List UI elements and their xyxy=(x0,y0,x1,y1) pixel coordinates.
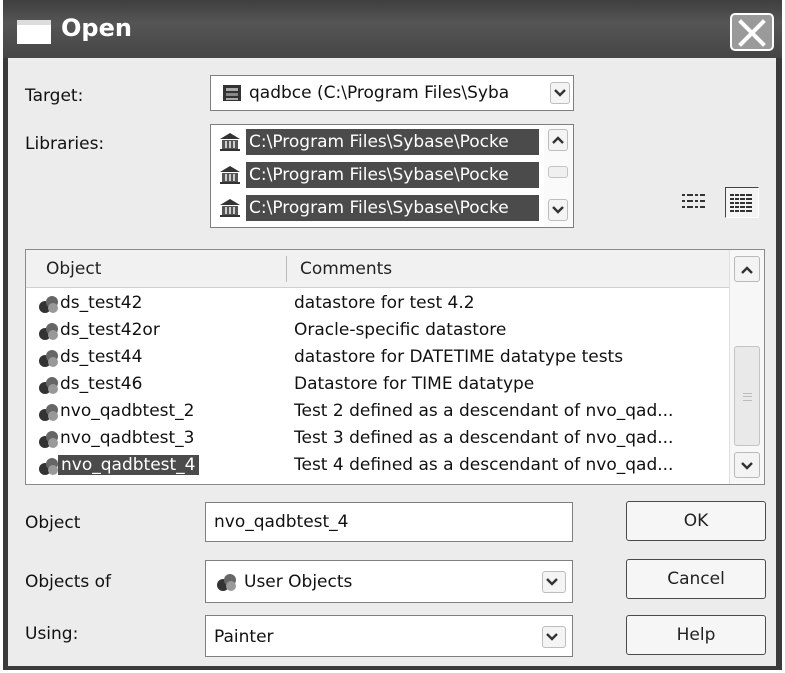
object-comment: Test 3 defined as a descendant of nvo_qa… xyxy=(294,428,674,448)
objects-of-dropdown-button[interactable] xyxy=(542,571,566,593)
window-icon xyxy=(17,20,51,44)
object-name: nvo_qadbtest_2 xyxy=(60,401,195,421)
library-icon xyxy=(220,166,240,184)
using-label: Using: xyxy=(25,624,79,644)
help-button[interactable]: Help xyxy=(626,615,766,655)
library-icon xyxy=(220,133,240,151)
user-object-icon xyxy=(39,377,58,394)
libraries-listbox[interactable]: C:\Program Files\Sybase\Pocke C:\Program… xyxy=(210,124,574,228)
libraries-scrollbar[interactable] xyxy=(544,125,573,227)
scroll-up-button[interactable] xyxy=(734,256,760,282)
list-view-icon xyxy=(682,194,705,208)
chevron-down-icon xyxy=(741,462,753,470)
column-header-comments[interactable]: Comments xyxy=(300,259,392,279)
library-path: C:\Program Files\Sybase\Pocke xyxy=(246,162,539,188)
object-input[interactable]: nvo_qadbtest_4 xyxy=(205,502,573,542)
table-row[interactable]: ds_test42or Oracle-specific datastore xyxy=(26,318,729,344)
object-name: ds_test44 xyxy=(60,347,143,367)
using-dropdown[interactable]: Painter xyxy=(205,615,573,657)
target-label: Target: xyxy=(25,86,84,106)
scroll-down-button[interactable] xyxy=(548,199,568,221)
window-title: Open xyxy=(61,14,132,42)
table-row-selected[interactable]: nvo_qadbtest_4 Test 4 defined as a desce… xyxy=(26,453,729,479)
column-divider[interactable] xyxy=(286,256,287,282)
close-icon xyxy=(738,19,766,47)
details-view-icon xyxy=(730,194,752,212)
chevron-down-icon xyxy=(546,578,558,586)
chevron-up-icon xyxy=(741,266,753,274)
user-object-icon xyxy=(39,350,58,367)
libraries-label: Libraries: xyxy=(25,134,105,154)
object-input-value: nvo_qadbtest_4 xyxy=(214,512,349,532)
user-object-icon xyxy=(39,323,58,340)
library-path: C:\Program Files\Sybase\Pocke xyxy=(246,129,539,155)
object-name: ds_test42or xyxy=(60,320,160,340)
object-comment: Test 4 defined as a descendant of nvo_qa… xyxy=(294,455,674,475)
user-object-icon xyxy=(39,404,58,421)
objects-of-label: Objects of xyxy=(25,572,112,592)
user-object-icon xyxy=(39,431,58,448)
object-comment: datastore for DATETIME datatype tests xyxy=(294,347,624,367)
scroll-down-button[interactable] xyxy=(734,452,760,478)
dialog-body: Target: qadbce (C:\Program Files\Syba Li… xyxy=(8,58,776,666)
library-item[interactable]: C:\Program Files\Sybase\Pocke xyxy=(219,161,549,189)
objects-of-value: User Objects xyxy=(244,572,353,592)
object-name: nvo_qadbtest_3 xyxy=(60,428,195,448)
object-list[interactable]: Object Comments ds_test42 datastore for … xyxy=(25,249,765,485)
cancel-button[interactable]: Cancel xyxy=(626,559,766,599)
scroll-thumb[interactable] xyxy=(734,346,760,446)
object-name: ds_test42 xyxy=(60,293,143,313)
object-comment: Test 2 defined as a descendant of nvo_qa… xyxy=(294,401,674,421)
object-label: Object xyxy=(25,513,81,533)
object-comment: Datastore for TIME datatype xyxy=(294,374,535,394)
column-header-object[interactable]: Object xyxy=(46,259,101,279)
target-value: qadbce (C:\Program Files\Syba xyxy=(249,83,510,103)
open-dialog: Open Target: qadbce (C:\Program Files\Sy… xyxy=(3,0,782,670)
scroll-thumb[interactable] xyxy=(548,166,568,178)
grip-icon xyxy=(743,393,752,401)
table-row[interactable]: nvo_qadbtest_3 Test 3 defined as a desce… xyxy=(26,426,729,452)
object-name: ds_test46 xyxy=(60,374,143,394)
table-row[interactable]: ds_test44 datastore for DATETIME datatyp… xyxy=(26,345,729,371)
table-row[interactable]: ds_test42 datastore for test 4.2 xyxy=(26,291,729,317)
objects-of-dropdown[interactable]: User Objects xyxy=(205,560,573,603)
database-icon xyxy=(223,85,241,101)
user-object-icon xyxy=(39,296,58,313)
scroll-up-button[interactable] xyxy=(548,129,568,151)
target-dropdown-button[interactable] xyxy=(550,82,570,104)
library-path: C:\Program Files\Sybase\Pocke xyxy=(246,195,539,221)
library-item[interactable]: C:\Program Files\Sybase\Pocke xyxy=(219,128,549,156)
chevron-down-icon xyxy=(552,206,564,214)
object-comment: datastore for test 4.2 xyxy=(294,293,475,313)
table-row[interactable]: ds_test46 Datastore for TIME datatype xyxy=(26,372,729,398)
chevron-down-icon xyxy=(546,633,558,641)
ok-button[interactable]: OK xyxy=(626,501,766,541)
using-dropdown-button[interactable] xyxy=(542,626,566,648)
chevron-up-icon xyxy=(552,136,564,144)
table-row[interactable]: nvo_qadbtest_2 Test 2 defined as a desce… xyxy=(26,399,729,425)
close-button[interactable] xyxy=(730,13,774,51)
library-item[interactable]: C:\Program Files\Sybase\Pocke xyxy=(219,194,549,222)
details-view-button[interactable] xyxy=(725,187,759,218)
list-scrollbar[interactable] xyxy=(729,250,764,484)
title-bar[interactable]: Open xyxy=(3,0,782,58)
object-name: nvo_qadbtest_4 xyxy=(58,455,199,475)
list-header: Object Comments xyxy=(26,250,729,288)
library-icon xyxy=(220,199,240,217)
target-dropdown[interactable]: qadbce (C:\Program Files\Syba xyxy=(210,75,574,111)
using-value: Painter xyxy=(214,627,274,647)
user-object-icon xyxy=(217,574,236,591)
object-comment: Oracle-specific datastore xyxy=(294,320,507,340)
list-view-button[interactable] xyxy=(679,188,707,216)
chevron-down-icon xyxy=(554,89,566,97)
user-object-icon xyxy=(39,458,58,475)
